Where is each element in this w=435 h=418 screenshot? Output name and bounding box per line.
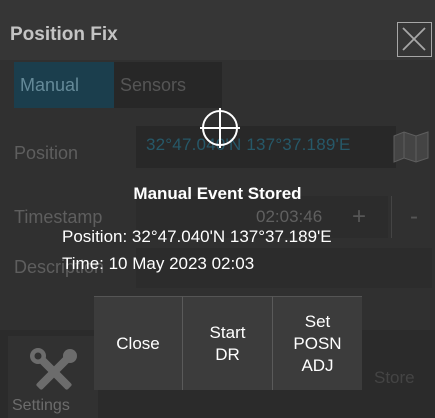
close-button[interactable]: Close	[94, 296, 182, 390]
modal-time-text: Time: 10 May 2023 02:03	[62, 254, 255, 273]
close-button-label: Close	[116, 333, 160, 353]
modal-title: Manual Event Stored	[133, 184, 302, 203]
start-dr-button[interactable]: Start DR	[182, 296, 272, 390]
modal-position-text: Position: 32°47.040'N 137°37.189'E	[62, 227, 332, 246]
start-dr-button-label: Start DR	[209, 322, 246, 364]
set-posn-adj-button[interactable]: Set POSN ADJ	[272, 296, 362, 390]
set-posn-adj-button-label: Set POSN ADJ	[293, 311, 342, 375]
crosshair-icon	[198, 106, 242, 150]
